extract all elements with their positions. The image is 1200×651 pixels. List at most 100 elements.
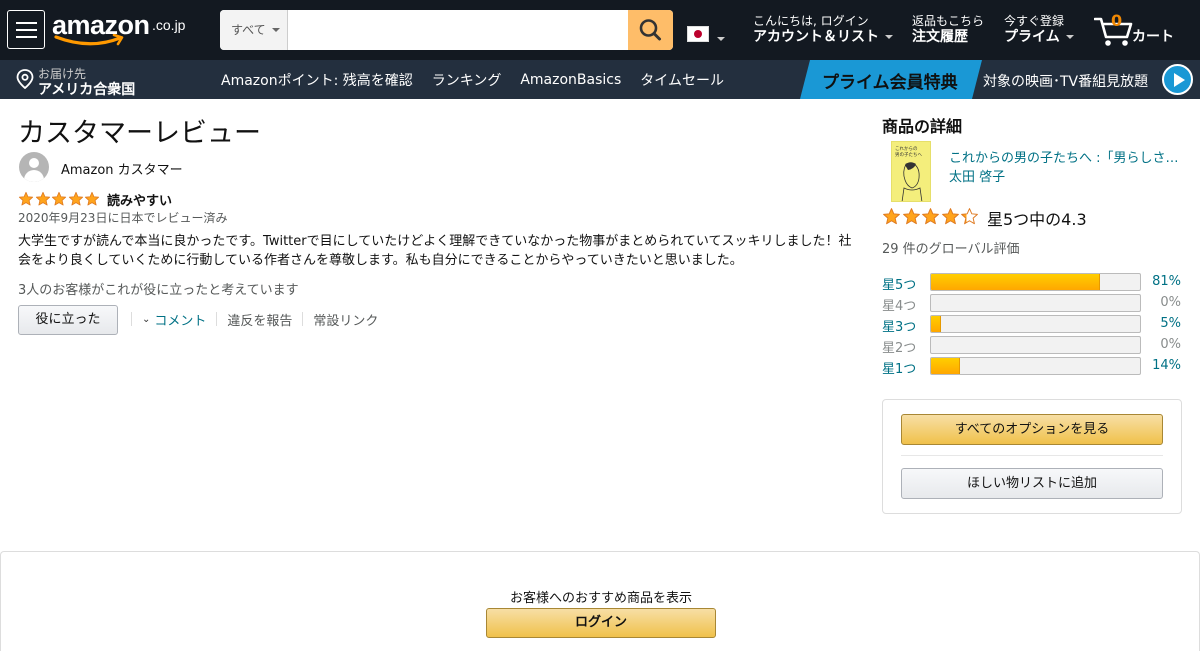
histogram-bar-fill [931, 358, 961, 374]
review-star-rating [18, 191, 101, 207]
account-lists-link[interactable]: こんにちは, ログイン アカウント＆リスト [753, 14, 893, 46]
search-bar: すべて [220, 10, 673, 50]
account-greeting: こんにちは, ログイン [753, 14, 869, 28]
histogram-bar [930, 294, 1141, 312]
histogram-bar [930, 315, 1141, 333]
prime-signup-label: 今すぐ登録 [1004, 14, 1065, 28]
star-icon [961, 208, 978, 225]
product-actions-box: すべてのオプションを見る ほしい物リストに追加 [882, 399, 1182, 514]
search-button[interactable] [628, 10, 673, 50]
histogram-bar [930, 273, 1141, 291]
svg-text:男の子たちへ: 男の子たちへ [895, 151, 922, 158]
account-lists-label: アカウント＆リスト [753, 29, 879, 45]
search-category-label: すべて [231, 23, 266, 37]
review-body: 大学生ですが読んで本当に良かったです。Twitterで目にしていたけどよく理解で… [18, 234, 852, 268]
permalink-link[interactable]: 常設リンク [313, 310, 378, 329]
prime-banner[interactable]: プライム会員特典 対象の映画･TV番組見放題 [800, 60, 1200, 99]
points-link[interactable]: Amazonポイント: 残高を確認 [221, 70, 413, 90]
caret-down-icon [1065, 35, 1074, 39]
caret-down-icon [717, 37, 725, 41]
see-all-options-button[interactable]: すべてのオプションを見る [901, 414, 1163, 445]
review-date: 2020年9月23日に日本でレビュー済み [18, 211, 228, 225]
histogram-star-label: 星4つ [882, 299, 917, 314]
hamburger-icon-line [16, 22, 37, 24]
histogram-percent: 14% [1152, 358, 1181, 373]
cart-count: 0 [1111, 11, 1123, 30]
product-title-link[interactable]: これからの男の子たちへ :「男らしさ」から自由になるためのレッスン [949, 147, 1181, 166]
star-icon [84, 191, 100, 206]
flag-sun [694, 30, 702, 38]
book-cover-art: これからの 男の子たちへ [895, 145, 922, 201]
star-icon [18, 191, 34, 206]
top-nav: amazon .co.jp すべて こんにちは, ログイン アカウント＆リスト … [0, 0, 1200, 60]
returns-label: 返品もこちら [912, 14, 985, 28]
cart-link[interactable]: 0 カート [1094, 10, 1180, 50]
cart-label: カート [1132, 29, 1174, 45]
search-input[interactable] [288, 10, 628, 50]
histogram-percent: 81% [1152, 274, 1181, 289]
add-to-wishlist-button[interactable]: ほしい物リストに追加 [901, 468, 1163, 499]
histogram-star-label: 星1つ [882, 362, 917, 377]
amazon-logo[interactable]: amazon .co.jp [52, 8, 192, 48]
hamburger-icon-line [16, 36, 37, 38]
sub-nav: お届け先 アメリカ合衆国 Amazonポイント: 残高を確認 ランキング Ama… [0, 60, 1200, 99]
histogram-row[interactable]: 星3つ 5% [882, 315, 1182, 335]
play-icon [1162, 64, 1193, 95]
histogram-row[interactable]: 星1つ 14% [882, 357, 1182, 377]
histogram-row[interactable]: 星5つ 81% [882, 273, 1182, 293]
timesale-link[interactable]: タイムセール [640, 70, 724, 90]
caret-down-icon [885, 35, 893, 39]
avatar [19, 152, 49, 182]
book-cover-image[interactable]: これからの 男の子たちへ [891, 141, 931, 202]
hamburger-icon-line [16, 29, 37, 31]
prime-label: プライム [1004, 29, 1060, 45]
histogram-star-label: 星5つ [882, 278, 917, 293]
average-star-rating [882, 207, 980, 226]
signin-button[interactable]: ログイン [486, 608, 716, 638]
reviewer-name: Amazon カスタマー [61, 163, 183, 178]
histogram-row: 星4つ 0% [882, 294, 1182, 314]
search-category-dropdown[interactable]: すべて [220, 10, 288, 50]
review-title[interactable]: 読みやすい [107, 190, 172, 209]
signin-panel: お客様へのおすすめ商品を表示 ログイン [0, 551, 1200, 651]
histogram-star-label: 星3つ [882, 320, 917, 335]
histogram-bar [930, 336, 1141, 354]
average-rating-text: 星5つ中の4.3 [987, 210, 1087, 229]
divider [901, 455, 1163, 456]
caret-down-icon [272, 28, 280, 32]
comment-link[interactable]: ⌄ コメント [142, 310, 206, 329]
orders-label: 注文履歴 [912, 29, 968, 45]
svg-text:これからの: これからの [895, 145, 918, 152]
prime-link[interactable]: 今すぐ登録 プライム [1004, 14, 1074, 46]
location-pin-icon [16, 69, 34, 89]
product-section-title: 商品の詳細 [882, 117, 963, 136]
histogram-star-label: 星2つ [882, 341, 917, 356]
star-icon [902, 208, 920, 225]
page-title: カスタマーレビュー [18, 118, 261, 149]
helpful-button[interactable]: 役に立った [18, 305, 118, 335]
review-actions: ⌄ コメント 違反を報告 常設リンク [131, 310, 378, 329]
avatar-head [29, 158, 39, 168]
comment-label: コメント [154, 313, 207, 329]
histogram-percent: 0% [1160, 337, 1181, 352]
avatar-body [24, 170, 44, 182]
divider [302, 312, 304, 326]
deliver-country: アメリカ合衆国 [38, 82, 136, 98]
orders-link[interactable]: 返品もこちら 注文履歴 [912, 14, 984, 46]
star-icon [68, 191, 83, 206]
hamburger-menu-button[interactable] [7, 10, 45, 49]
star-icon [883, 208, 900, 225]
japan-flag-icon[interactable] [687, 26, 709, 42]
star-icon [51, 191, 67, 206]
histogram-percent: 0% [1160, 295, 1181, 310]
star-icon [941, 208, 959, 225]
amazonbasics-link[interactable]: AmazonBasics [520, 72, 621, 88]
histogram-bar-fill [931, 274, 1101, 290]
histogram-percent: 5% [1160, 316, 1181, 331]
sub-nav-links: Amazonポイント: 残高を確認 ランキング AmazonBasics タイム… [221, 60, 743, 99]
star-icon [35, 191, 50, 206]
helpful-count: 3人のお客様がこれが役に立ったと考えています [18, 283, 299, 298]
product-author-link[interactable]: 太田 啓子 [949, 166, 1005, 185]
ranking-link[interactable]: ランキング [432, 70, 502, 90]
report-abuse-link[interactable]: 違反を報告 [227, 310, 292, 329]
